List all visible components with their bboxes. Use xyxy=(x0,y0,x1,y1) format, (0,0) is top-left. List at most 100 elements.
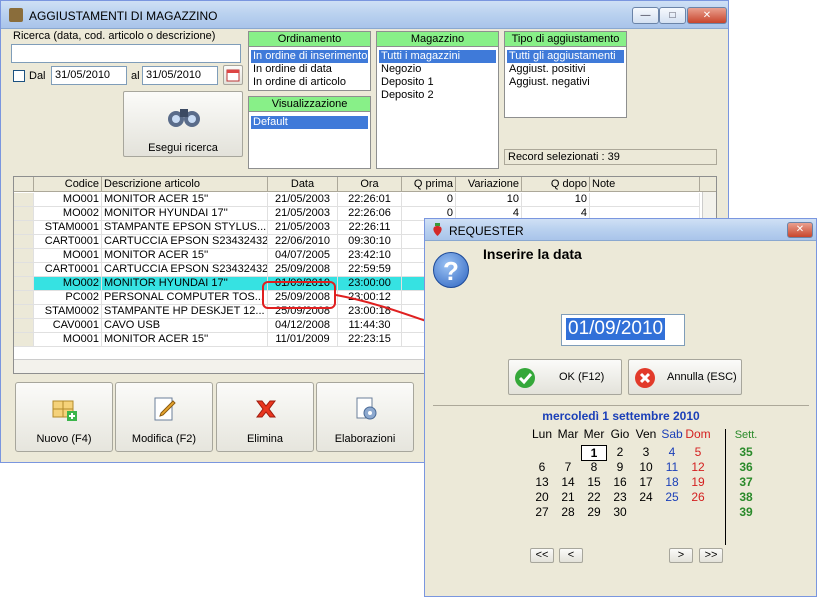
calendar-day[interactable]: 8 xyxy=(581,460,607,474)
delete-button[interactable]: Elimina xyxy=(216,382,314,452)
table-cell: 21/05/2003 xyxy=(268,193,338,207)
new-button[interactable]: Nuovo (F4) xyxy=(15,382,113,452)
table-cell: 22:59:59 xyxy=(338,263,402,277)
calendar: Lun Mar Mer Gio Ven Sab Dom Sett. 1 2 3 4 5 35 6 7 8 9 10 1… xyxy=(529,427,771,541)
column-header[interactable]: Note xyxy=(590,177,700,192)
close-button[interactable]: ✕ xyxy=(687,7,727,24)
requester-titlebar: REQUESTER ✕ xyxy=(425,219,816,241)
calendar-day[interactable]: 2 xyxy=(607,445,633,459)
column-header[interactable]: Descrizione articolo xyxy=(102,177,268,192)
ordinamento-header: Ordinamento xyxy=(249,32,370,47)
calendar-day[interactable]: 22 xyxy=(581,490,607,504)
process-button[interactable]: Elaborazioni xyxy=(316,382,414,452)
calendar-day[interactable]: 5 xyxy=(685,445,711,459)
magazzino-item[interactable]: Deposito 2 xyxy=(379,89,496,102)
visualizzazione-item[interactable]: Default xyxy=(251,116,368,129)
calendar-week-separator xyxy=(725,429,726,545)
ordinamento-item[interactable]: In ordine di data xyxy=(251,63,368,76)
row-selector[interactable] xyxy=(14,305,34,319)
row-selector[interactable] xyxy=(14,319,34,333)
column-header[interactable]: Data xyxy=(268,177,338,192)
calendar-day[interactable]: 9 xyxy=(607,460,633,474)
calendar-day[interactable]: 12 xyxy=(685,460,711,474)
calendar-day[interactable]: 15 xyxy=(581,475,607,489)
prev-month-button[interactable]: < xyxy=(559,548,583,563)
edit-button[interactable]: Modifica (F2) xyxy=(115,382,213,452)
row-selector[interactable] xyxy=(14,263,34,277)
calendar-day[interactable]: 21 xyxy=(555,490,581,504)
table-row[interactable]: MO001 MONITOR ACER 15'' 21/05/2003 22:26:01… xyxy=(14,193,716,207)
magazzino-item[interactable]: Tutti i magazzini xyxy=(379,50,496,63)
calendar-day[interactable]: 17 xyxy=(633,475,659,489)
table-cell: STAMPANTE EPSON STYLUS... xyxy=(102,221,268,235)
row-selector[interactable] xyxy=(14,277,34,291)
calendar-day[interactable]: 28 xyxy=(555,505,581,519)
next-year-button[interactable]: >> xyxy=(699,548,723,563)
maximize-button[interactable]: □ xyxy=(659,7,686,24)
calendar-day[interactable]: 4 xyxy=(659,445,685,459)
tipo-item[interactable]: Aggiust. negativi xyxy=(507,76,624,89)
next-month-button[interactable]: > xyxy=(669,548,693,563)
dal-checkbox[interactable] xyxy=(13,70,25,82)
column-header[interactable]: Q prima xyxy=(402,177,456,192)
row-selector[interactable] xyxy=(14,249,34,263)
calendar-weekday: Mer xyxy=(583,427,605,441)
calendar-day[interactable]: 25 xyxy=(659,490,685,504)
column-header[interactable]: Codice xyxy=(34,177,102,192)
column-header[interactable]: Variazione xyxy=(456,177,522,192)
calendar-day[interactable]: 26 xyxy=(685,490,711,504)
magazzino-list[interactable]: Magazzino Tutti i magazzini Negozio Depo… xyxy=(376,31,499,169)
ok-button[interactable]: OK (F12) xyxy=(508,359,622,395)
calendar-day[interactable]: 27 xyxy=(529,505,555,519)
date-from-field[interactable]: 31/05/2010 xyxy=(51,66,127,85)
minimize-button[interactable]: — xyxy=(632,7,659,24)
calendar-day[interactable]: 29 xyxy=(581,505,607,519)
main-title: AGGIUSTAMENTI DI MAGAZZINO xyxy=(29,9,218,23)
calendar-day[interactable]: 24 xyxy=(633,490,659,504)
date-input[interactable]: 01/09/2010 xyxy=(561,314,685,346)
row-selector[interactable] xyxy=(14,291,34,305)
requester-close-button[interactable]: ✕ xyxy=(787,222,813,238)
row-selector[interactable] xyxy=(14,221,34,235)
column-header[interactable]: Ora xyxy=(338,177,402,192)
row-selector[interactable] xyxy=(14,207,34,221)
calendar-day[interactable]: 6 xyxy=(529,460,555,474)
ordinamento-item[interactable]: In ordine di articolo xyxy=(251,76,368,89)
ordinamento-list[interactable]: Ordinamento In ordine di inserimento In … xyxy=(248,31,371,91)
prev-year-button[interactable]: << xyxy=(530,548,554,563)
calendar-day[interactable]: 1 xyxy=(581,445,607,461)
calendar-day[interactable]: 16 xyxy=(607,475,633,489)
visualizzazione-list[interactable]: Visualizzazione Default xyxy=(248,96,371,169)
cancel-button[interactable]: Annulla (ESC) xyxy=(628,359,742,395)
calendar-day[interactable]: 11 xyxy=(659,460,685,474)
calendar-day[interactable]: 18 xyxy=(659,475,685,489)
tipo-item[interactable]: Tutti gli aggiustamenti xyxy=(507,50,624,63)
tipo-list[interactable]: Tipo di aggiustamento Tutti gli aggiusta… xyxy=(504,31,627,118)
tipo-item[interactable]: Aggiust. positivi xyxy=(507,63,624,76)
calendar-day[interactable]: 3 xyxy=(633,445,659,459)
calendar-day[interactable]: 14 xyxy=(555,475,581,489)
calendar-day[interactable]: 7 xyxy=(555,460,581,474)
date-to-field[interactable]: 31/05/2010 xyxy=(142,66,218,85)
row-selector[interactable] xyxy=(14,193,34,207)
calendar-day[interactable]: 20 xyxy=(529,490,555,504)
search-input[interactable] xyxy=(11,44,241,63)
calendar-icon xyxy=(226,69,240,82)
magazzino-item[interactable]: Deposito 1 xyxy=(379,76,496,89)
row-selector[interactable] xyxy=(14,235,34,249)
table-cell: MONITOR HYUNDAI 17'' xyxy=(102,277,268,291)
table-cell: 22:26:11 xyxy=(338,221,402,235)
calendar-day[interactable]: 10 xyxy=(633,460,659,474)
calendar-button[interactable] xyxy=(223,65,243,85)
calendar-day[interactable]: 13 xyxy=(529,475,555,489)
column-header[interactable]: Q dopo xyxy=(522,177,590,192)
ordinamento-item[interactable]: In ordine di inserimento xyxy=(251,50,368,63)
week-number: 38 xyxy=(739,490,753,504)
row-selector[interactable] xyxy=(14,333,34,347)
calendar-day[interactable]: 23 xyxy=(607,490,633,504)
table-cell: MO001 xyxy=(34,249,102,263)
search-button[interactable]: Esegui ricerca xyxy=(123,91,243,157)
magazzino-item[interactable]: Negozio xyxy=(379,63,496,76)
calendar-day[interactable]: 19 xyxy=(685,475,711,489)
calendar-day[interactable]: 30 xyxy=(607,505,633,519)
